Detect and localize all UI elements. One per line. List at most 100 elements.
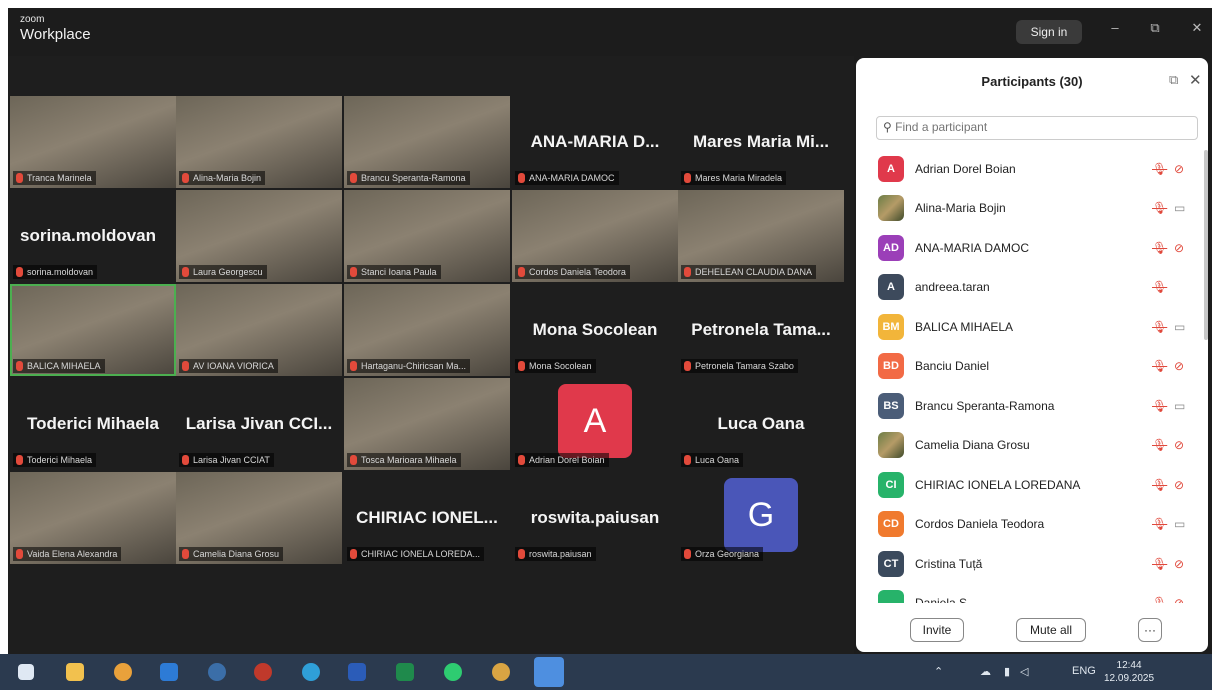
gallery-tile[interactable]: roswita.paiusan roswita.paiusan	[512, 472, 678, 564]
mic-muted-icon[interactable]: 🎙︎	[1152, 320, 1167, 334]
gallery-tile[interactable]: Mares Maria Mi... Mares Maria Miradela	[678, 96, 844, 188]
caption-text: Stanci Ioana Paula	[361, 267, 437, 277]
gallery-tile[interactable]: Toderici Mihaela Toderici Mihaela	[10, 378, 176, 470]
participant-row[interactable]: CI CHIRIAC IONELA LOREDANA 🎙︎ ⊘	[856, 465, 1208, 505]
mic-muted-icon[interactable]: 🎙︎	[1152, 201, 1167, 215]
camera-off-icon[interactable]: ⊘	[1174, 438, 1184, 452]
camera-off-icon[interactable]: ⊘	[1174, 478, 1184, 492]
mic-muted-icon[interactable]: 🎙︎	[1152, 359, 1167, 373]
word-icon[interactable]	[348, 663, 366, 681]
gallery-tile[interactable]: Cordos Daniela Teodora	[512, 190, 678, 282]
popout-icon[interactable]: ⧉	[1169, 72, 1178, 88]
zoom-taskbar-icon[interactable]	[534, 657, 564, 687]
app-red-icon[interactable]	[254, 663, 272, 681]
chrome-icon[interactable]	[114, 663, 132, 681]
gallery-tile[interactable]: Vaida Elena Alexandra	[10, 472, 176, 564]
participant-name: andreea.taran	[915, 280, 990, 295]
tile-name-caption: Camelia Diana Grosu	[179, 547, 284, 561]
mic-muted-icon	[350, 549, 357, 559]
camera-off-icon[interactable]: ⊘	[1174, 359, 1184, 373]
mic-muted-icon[interactable]: 🎙︎	[1152, 478, 1167, 492]
gallery-tile[interactable]: G Orza Georgiana	[678, 472, 844, 564]
gallery-tile[interactable]: BALICA MIHAELA	[10, 284, 176, 376]
scrollbar[interactable]	[1204, 150, 1208, 340]
edge-icon[interactable]	[302, 663, 320, 681]
camera-icon[interactable]: ▭	[1174, 517, 1185, 531]
sign-in-button[interactable]: Sign in	[1016, 20, 1082, 44]
gallery-tile[interactable]: Luca Oana Luca Oana	[678, 378, 844, 470]
gallery-tile[interactable]: AV IOANA VIORICA	[176, 284, 342, 376]
camera-off-icon[interactable]: ⊘	[1174, 596, 1184, 603]
participant-row[interactable]: BD Banciu Daniel 🎙︎ ⊘	[856, 347, 1208, 387]
tile-name-caption: DEHELEAN CLAUDIA DANA	[681, 265, 817, 279]
camera-off-icon[interactable]: ⊘	[1174, 241, 1184, 255]
participant-row[interactable]: Camelia Diana Grosu 🎙︎ ⊘	[856, 426, 1208, 466]
gallery-tile[interactable]: sorina.moldovan sorina.moldovan	[10, 190, 176, 282]
camera-off-icon[interactable]: ⊘	[1174, 162, 1184, 176]
camera-off-icon[interactable]: ⊘	[1174, 557, 1184, 571]
clock[interactable]: 12:44 12.09.2025	[1104, 659, 1154, 685]
minimize-icon[interactable]: –	[1100, 20, 1130, 35]
mic-muted-icon[interactable]: 🎙︎	[1152, 162, 1167, 176]
close-window-icon[interactable]: ✕	[1182, 20, 1212, 36]
gallery-tile[interactable]: DEHELEAN CLAUDIA DANA	[678, 190, 844, 282]
whatsapp-icon[interactable]	[444, 663, 462, 681]
tray-chevron-icon[interactable]: ⌃	[934, 665, 943, 678]
outlook-icon[interactable]	[160, 663, 178, 681]
mic-muted-icon[interactable]: 🎙︎	[1152, 438, 1167, 452]
more-button[interactable]: ···	[1138, 618, 1162, 642]
participant-row[interactable]: Aandreea.taran 🎙︎	[856, 268, 1208, 308]
battery-icon[interactable]: ▮	[1004, 665, 1010, 678]
gallery-tile[interactable]: Alina-Maria Bojin	[176, 96, 342, 188]
app-icon[interactable]	[208, 663, 226, 681]
participants-title: Participants (30)	[981, 74, 1083, 89]
gallery-tile[interactable]: Tranca Marinela	[10, 96, 176, 188]
participant-row[interactable]: CT Cristina Tuță 🎙︎ ⊘	[856, 544, 1208, 584]
participant-row[interactable]: Alina-Maria Bojin 🎙︎ ▭	[856, 189, 1208, 229]
gallery-tile[interactable]: Petronela Tama... Petronela Tamara Szabo	[678, 284, 844, 376]
close-panel-icon[interactable]: ✕	[1189, 71, 1202, 89]
gallery-tile[interactable]: Camelia Diana Grosu	[176, 472, 342, 564]
cloud-icon[interactable]: ☁	[980, 665, 991, 678]
mic-muted-icon[interactable]: 🎙︎	[1152, 517, 1167, 531]
excel-icon[interactable]	[396, 663, 414, 681]
gallery-tile[interactable]: Mona Socolean Mona Socolean	[512, 284, 678, 376]
file-explorer-icon[interactable]	[66, 663, 84, 681]
participant-row[interactable]: A Adrian Dorel Boian 🎙︎ ⊘	[856, 149, 1208, 189]
mic-muted-icon[interactable]: 🎙︎	[1152, 280, 1167, 294]
restore-icon[interactable]: ⧉	[1140, 20, 1170, 36]
volume-icon[interactable]: ◁	[1020, 665, 1028, 678]
camera-icon[interactable]: ▭	[1174, 201, 1185, 215]
camera-icon[interactable]: ▭	[1174, 399, 1185, 413]
mute-all-button[interactable]: Mute all	[1016, 618, 1086, 642]
tile-name-caption: Vaida Elena Alexandra	[13, 547, 122, 561]
gallery-tile[interactable]: Stanci Ioana Paula	[344, 190, 510, 282]
tile-name-caption: Adrian Dorel Boian	[515, 453, 609, 467]
mic-muted-icon[interactable]: 🎙︎	[1152, 399, 1167, 413]
search-participant[interactable]: ⚲	[876, 116, 1198, 140]
gallery-tile[interactable]: Hartaganu-Chiricsan Ma...	[344, 284, 510, 376]
participant-row[interactable]: CD Cordos Daniela Teodora 🎙︎ ▭	[856, 505, 1208, 545]
participant-row[interactable]: Daniela S... 🎙︎ ⊘	[856, 584, 1208, 603]
camera-icon[interactable]: ▭	[1174, 320, 1185, 334]
mic-muted-icon[interactable]: 🎙︎	[1152, 241, 1167, 255]
gallery-tile[interactable]: Tosca Marioara Mihaela	[344, 378, 510, 470]
language-indicator[interactable]: ENG	[1072, 665, 1096, 677]
windows-start-icon[interactable]	[18, 664, 34, 680]
participant-row[interactable]: BM BALICA MIHAELA 🎙︎ ▭	[856, 307, 1208, 347]
gallery-tile[interactable]: ANA-MARIA D... ANA-MARIA DAMOC	[512, 96, 678, 188]
gallery-tile[interactable]: CHIRIAC IONEL... CHIRIAC IONELA LOREDA...	[344, 472, 510, 564]
participant-name: Cristina Tuță	[915, 556, 983, 571]
gallery-tile[interactable]: A Adrian Dorel Boian	[512, 378, 678, 470]
video-gallery: Tranca Marinela Alina-Maria Bojin Brancu S…	[8, 56, 854, 654]
gallery-tile[interactable]: Laura Georgescu	[176, 190, 342, 282]
invite-button[interactable]: Invite	[910, 618, 964, 642]
mic-muted-icon[interactable]: 🎙︎	[1152, 596, 1167, 603]
participant-row[interactable]: AD ANA-MARIA DAMOC 🎙︎ ⊘	[856, 228, 1208, 268]
participant-row[interactable]: BS Brancu Speranta-Ramona 🎙︎ ▭	[856, 386, 1208, 426]
search-input[interactable]	[895, 120, 1186, 134]
gallery-tile[interactable]: Larisa Jivan CCI... Larisa Jivan CCIAT	[176, 378, 342, 470]
gallery-tile[interactable]: Brancu Speranta-Ramona	[344, 96, 510, 188]
mic-muted-icon[interactable]: 🎙︎	[1152, 557, 1167, 571]
chrome-profile-icon[interactable]	[492, 663, 510, 681]
